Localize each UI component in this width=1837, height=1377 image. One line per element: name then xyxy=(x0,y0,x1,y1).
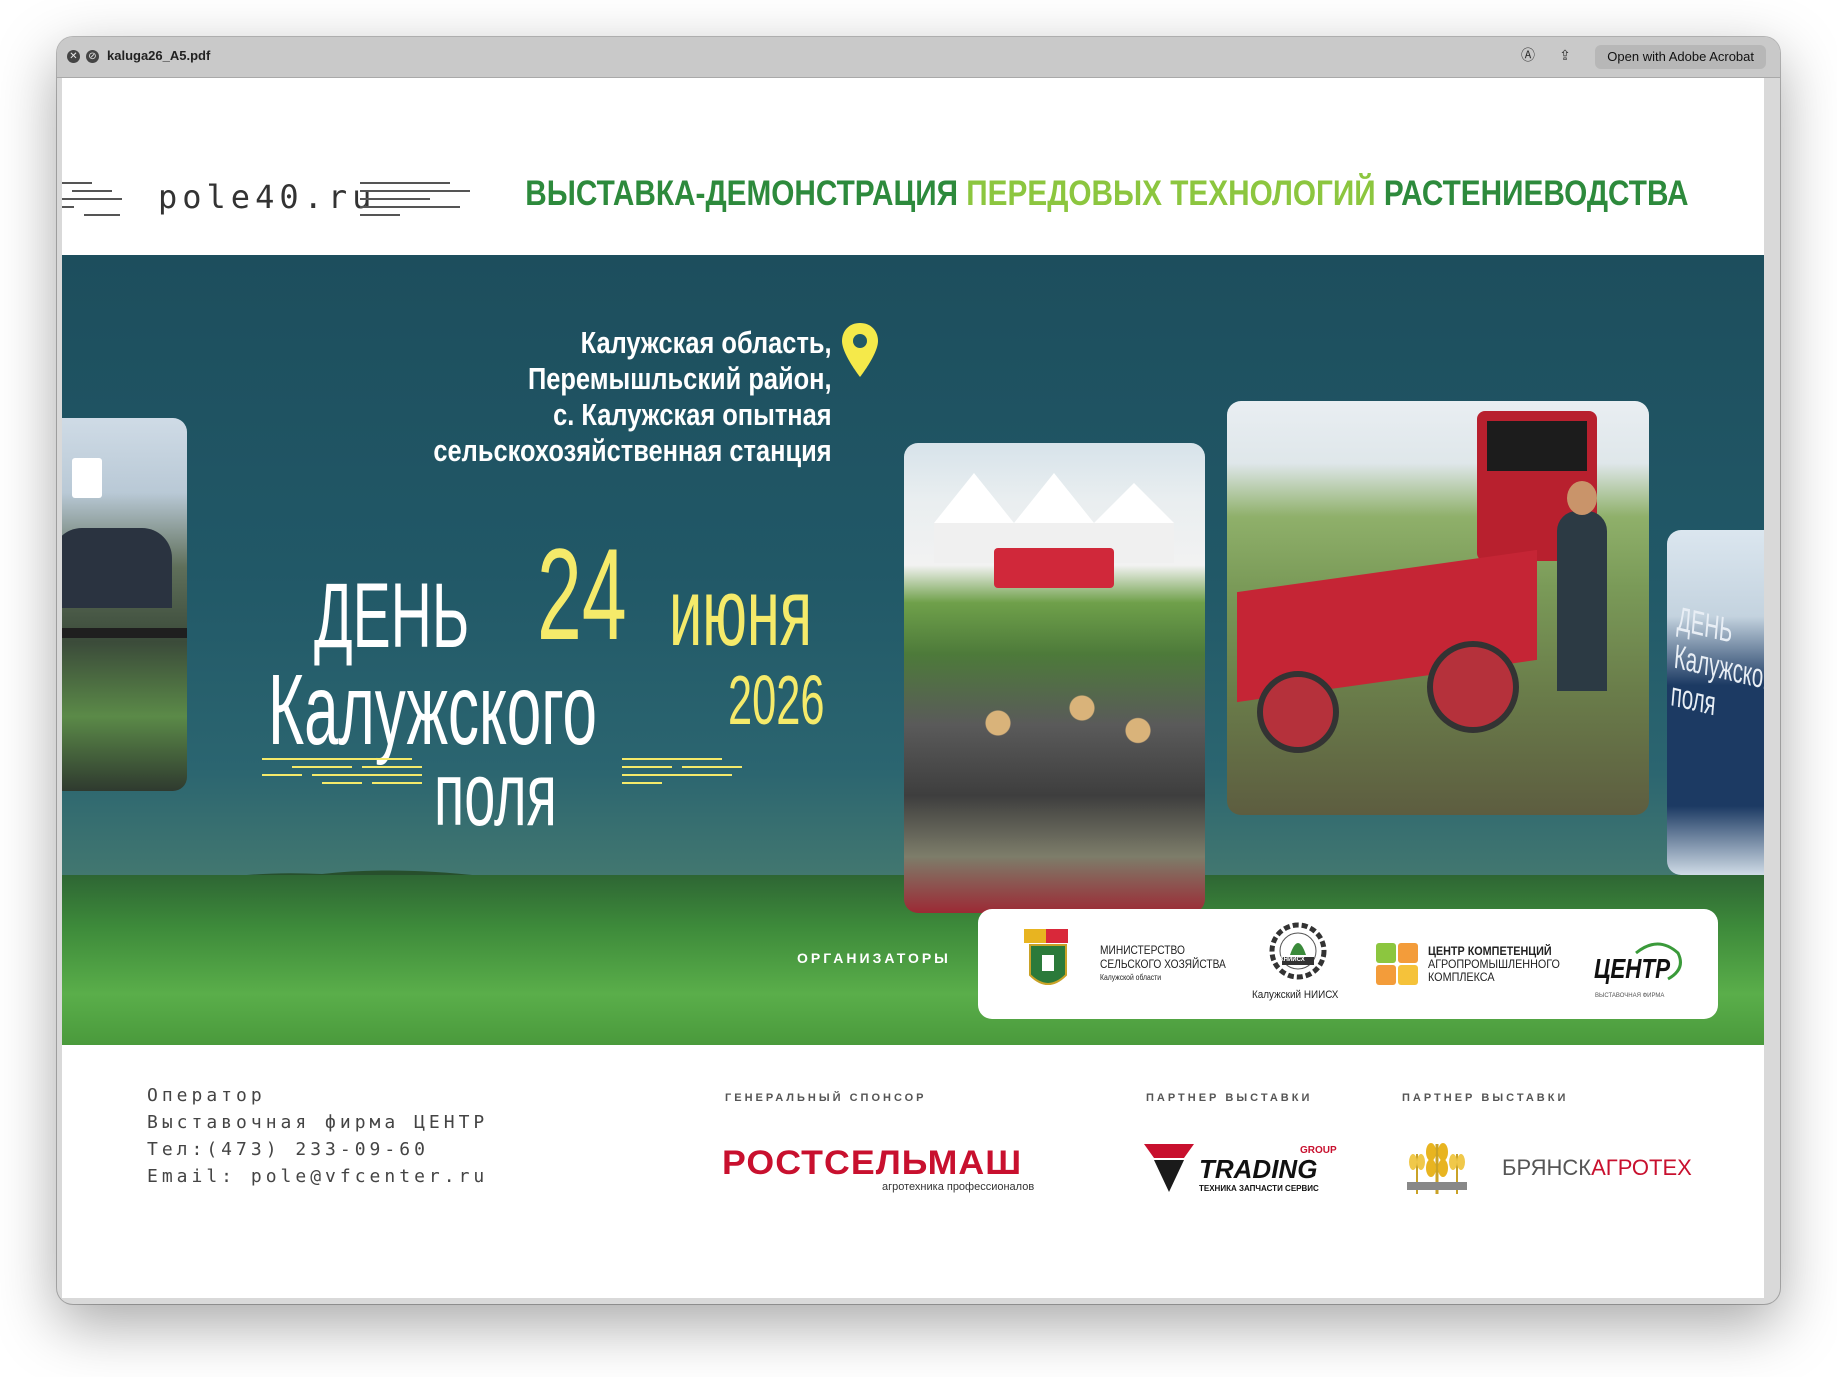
organizers-panel: МИНИСТЕРСТВО СЕЛЬСКОГО ХОЗЯЙСТВА Калужск… xyxy=(978,909,1718,1019)
photo-tents-crowd xyxy=(904,443,1205,913)
competence-center-icon xyxy=(1376,943,1418,985)
share-icon[interactable]: ⇪ xyxy=(1555,46,1575,66)
event-date-month: июня xyxy=(669,559,812,666)
location-pin-icon xyxy=(842,323,878,377)
pdf-viewer-window: ✕ ⊘ kaluga26_A5.pdf Ⓐ ⇪ Open with Adobe … xyxy=(57,37,1780,1304)
event-date-year: 2026 xyxy=(728,661,825,739)
title-bar: ✕ ⊘ kaluga26_A5.pdf Ⓐ ⇪ Open with Adobe … xyxy=(57,37,1780,78)
pdf-page: pole40.ru ВЫСТАВКА-ДЕМОНСТРАЦИЯ ПЕРЕДОВЫ… xyxy=(62,78,1764,1298)
competence-center-name: ЦЕНТР КОМПЕТЕНЦИЙ АГРОПРОМЫШЛЕННОГО КОМП… xyxy=(1428,944,1560,984)
wheat-emblem-icon xyxy=(1407,1143,1467,1194)
photo-event-banner: ДЕНЬ Калужского поля xyxy=(1667,530,1764,875)
event-date-day: 24 xyxy=(537,521,627,667)
page-headline: ВЫСТАВКА-ДЕМОНСТРАЦИЯ ПЕРЕДОВЫХ ТЕХНОЛОГ… xyxy=(524,174,1688,213)
ministry-emblem-icon xyxy=(1024,929,1068,985)
niish-logo-icon xyxy=(1269,922,1327,980)
hero-banner: Калужская область, Перемышльский район, … xyxy=(62,255,1764,1045)
event-address: Калужская область, Перемышльский район, … xyxy=(433,325,832,468)
site-url: pole40.ru xyxy=(158,178,377,216)
markup-icon[interactable]: Ⓐ xyxy=(1518,46,1538,66)
centr-subtitle: ВЫСТАВОЧНАЯ ФИРМА xyxy=(1595,993,1665,999)
organizers-label: ОРГАНИЗАТОРЫ xyxy=(797,950,951,966)
partner-label-2: ПАРТНЕР ВЫСТАВКИ xyxy=(1402,1092,1569,1104)
general-sponsor-label: ГЕНЕРАЛЬНЫЙ СПОНСОР xyxy=(725,1092,927,1104)
niish-logo-text: КНИИСХ xyxy=(1280,957,1305,963)
centr-swoosh-icon xyxy=(1635,942,1682,981)
photo-red-machinery xyxy=(1227,401,1649,815)
niish-name: Калужский НИИСХ xyxy=(1252,989,1339,1001)
ministry-name: МИНИСТЕРСТВО СЕЛЬСКОГО ХОЗЯЙСТВА Калужск… xyxy=(1100,943,1226,982)
partner-label-1: ПАРТНЕР ВЫСТАВКИ xyxy=(1146,1092,1313,1104)
operator-info: Оператор Выставочная фирма ЦЕНТР Тел:(473)… xyxy=(147,1085,489,1187)
event-title-polya: поля xyxy=(434,745,557,845)
minimize-icon[interactable]: ⊘ xyxy=(86,50,99,63)
close-icon[interactable]: ✕ xyxy=(67,50,80,63)
photo-crowd-left xyxy=(62,418,187,791)
window-title: kaluga26_A5.pdf xyxy=(107,48,211,63)
trading-emblem-icon xyxy=(1144,1144,1194,1192)
event-title-den: ДЕНЬ xyxy=(314,565,470,667)
open-with-acrobat-button[interactable]: Open with Adobe Acrobat xyxy=(1595,45,1766,69)
